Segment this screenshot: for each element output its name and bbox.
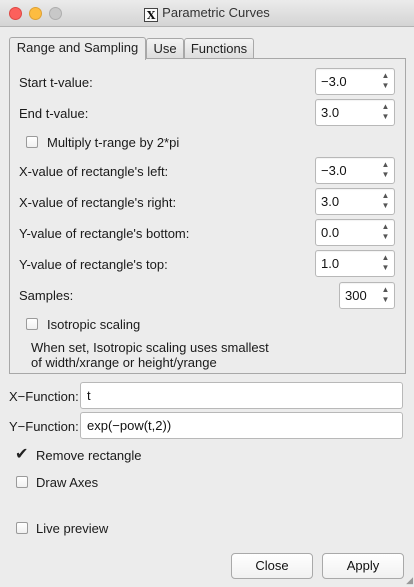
- multiply-2pi-checkbox[interactable]: [26, 136, 38, 148]
- check-icon: ✔: [15, 446, 29, 463]
- y-top-spinner[interactable]: 1.0 ▲ ▼: [315, 250, 395, 277]
- x-right-value: 3.0: [321, 194, 340, 209]
- chevron-down-icon[interactable]: ▼: [380, 201, 391, 211]
- x-left-spinner[interactable]: −3.0 ▲ ▼: [315, 157, 395, 184]
- x-right-label: X-value of rectangle's right:: [19, 195, 177, 210]
- end-t-value: 3.0: [321, 105, 340, 120]
- start-t-label: Start t-value:: [19, 75, 93, 90]
- y-function-input[interactable]: exp(−pow(t,2)): [80, 412, 403, 439]
- x-function-input[interactable]: t: [80, 382, 403, 409]
- x-function-label: X−Function:: [9, 389, 79, 404]
- x-right-spinner[interactable]: 3.0 ▲ ▼: [315, 188, 395, 215]
- samples-value: 300: [345, 288, 367, 303]
- draw-axes-label: Draw Axes: [36, 475, 99, 490]
- chevron-down-icon[interactable]: ▼: [380, 81, 391, 91]
- tab-range-and-sampling[interactable]: Range and Sampling: [9, 37, 146, 60]
- resize-grip-icon[interactable]: ◢: [406, 575, 413, 586]
- x-function-value: t: [87, 388, 91, 403]
- chevron-up-icon[interactable]: ▲: [380, 160, 391, 170]
- y-function-label: Y−Function:: [9, 419, 79, 434]
- multiply-2pi-label: Multiply t-range by 2*pi: [47, 135, 180, 150]
- end-t-label: End t-value:: [19, 106, 89, 121]
- x-left-value: −3.0: [321, 163, 347, 178]
- chevron-up-icon[interactable]: ▲: [380, 253, 391, 263]
- chevron-down-icon[interactable]: ▼: [380, 295, 391, 305]
- y-top-value: 1.0: [321, 256, 340, 271]
- start-t-spinner[interactable]: −3.0 ▲ ▼: [315, 68, 395, 95]
- y-top-label: Y-value of rectangle's top:: [19, 257, 168, 272]
- y-bottom-spinner[interactable]: 0.0 ▲ ▼: [315, 219, 395, 246]
- chevron-up-icon[interactable]: ▲: [380, 71, 391, 81]
- apply-button[interactable]: Apply: [322, 553, 404, 579]
- range-and-sampling-panel: Start t-value: −3.0 ▲ ▼ End t-value: 3.0…: [9, 58, 406, 374]
- parametric-curves-window: X Parametric Curves Range and Sampling Us…: [0, 0, 414, 587]
- window-title: Parametric Curves: [162, 5, 270, 20]
- samples-label: Samples:: [19, 288, 74, 303]
- remove-rectangle-checkbox[interactable]: ✔: [15, 446, 28, 463]
- chevron-up-icon[interactable]: ▲: [380, 191, 391, 201]
- tab-use[interactable]: Use: [146, 38, 184, 59]
- draw-axes-checkbox[interactable]: [16, 476, 28, 488]
- isotropic-scaling-label: Isotropic scaling: [47, 317, 141, 332]
- live-preview-label: Live preview: [36, 521, 109, 536]
- remove-rectangle-label: Remove rectangle: [36, 448, 142, 463]
- chevron-down-icon[interactable]: ▼: [380, 263, 391, 273]
- isotropic-note-line2: of width/xrange or height/yrange: [31, 355, 217, 370]
- y-bottom-value: 0.0: [321, 225, 340, 240]
- chevron-up-icon[interactable]: ▲: [380, 285, 391, 295]
- title-bar: X Parametric Curves: [0, 0, 414, 27]
- chevron-down-icon[interactable]: ▼: [380, 232, 391, 242]
- y-function-value: exp(−pow(t,2)): [87, 418, 172, 433]
- chevron-down-icon[interactable]: ▼: [380, 170, 391, 180]
- chevron-up-icon[interactable]: ▲: [380, 102, 391, 112]
- x-left-label: X-value of rectangle's left:: [19, 164, 169, 179]
- samples-spinner[interactable]: 300 ▲ ▼: [339, 282, 395, 309]
- x11-logo-icon: X: [144, 8, 159, 22]
- tab-functions[interactable]: Functions: [184, 38, 254, 59]
- y-bottom-label: Y-value of rectangle's bottom:: [19, 226, 190, 241]
- chevron-down-icon[interactable]: ▼: [380, 112, 391, 122]
- end-t-spinner[interactable]: 3.0 ▲ ▼: [315, 99, 395, 126]
- isotropic-scaling-checkbox[interactable]: [26, 318, 38, 330]
- isotropic-note-line1: When set, Isotropic scaling uses smalles…: [31, 340, 269, 355]
- start-t-value: −3.0: [321, 74, 347, 89]
- chevron-up-icon[interactable]: ▲: [380, 222, 391, 232]
- live-preview-checkbox[interactable]: [16, 522, 28, 534]
- window-title-group: X Parametric Curves: [0, 5, 414, 22]
- close-button[interactable]: Close: [231, 553, 313, 579]
